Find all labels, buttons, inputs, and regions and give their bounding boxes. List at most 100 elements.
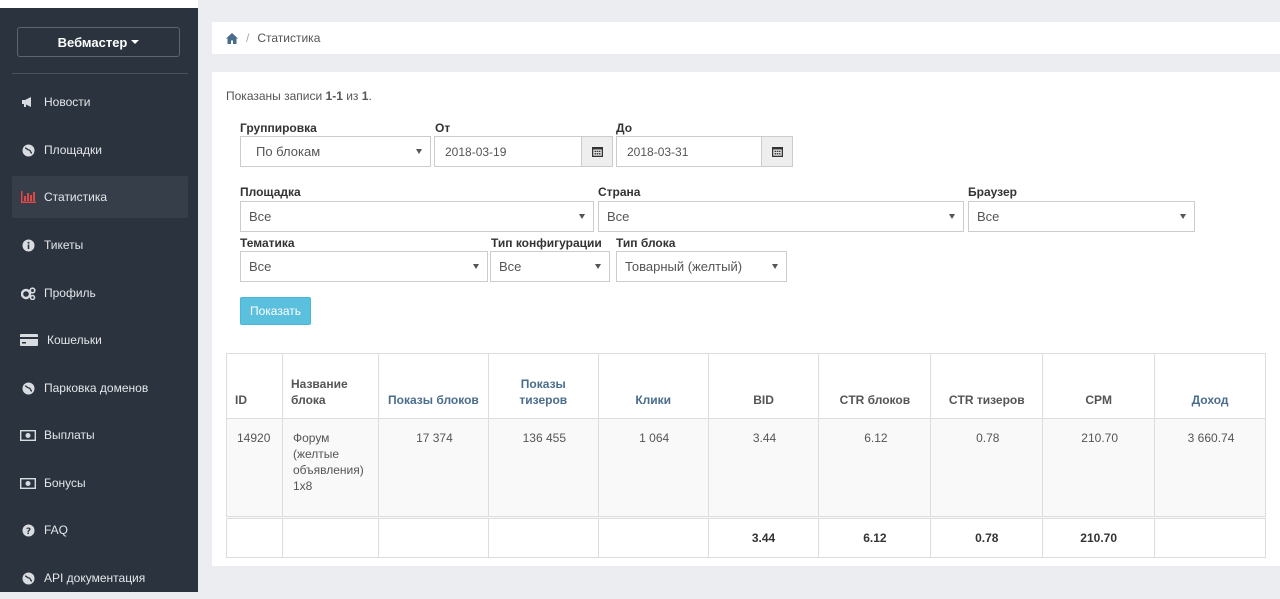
sidebar-item-wallets[interactable]: Кошельки [12,319,188,361]
block-type-select[interactable]: Товарный (желтый) [616,251,787,282]
globe-icon [20,382,36,395]
total-cell: 3.44 [707,516,820,558]
sidebar-divider [12,73,188,74]
sidebar-item-label: Площадки [44,143,102,157]
table-cell: 17 374 [377,418,489,518]
sidebar-item-news[interactable]: Новости [12,81,188,123]
total-cell [377,516,489,558]
browser-select[interactable]: Все [968,201,1195,232]
column-header-clicks[interactable]: Клики [597,353,709,419]
home-icon[interactable] [226,32,238,44]
sidebar-item-label: Бонусы [44,476,86,490]
globe-icon [20,572,36,585]
chevron-down-icon [595,264,601,269]
total-cell: 0.78 [930,516,1044,558]
table-cell: 6.12 [818,418,932,518]
browser-label: Браузер [968,185,1017,199]
sidebar-item-api-docs[interactable]: API документация [12,557,188,599]
breadcrumb-current: Статистика [257,31,321,45]
config-type-select[interactable]: Все [490,251,610,282]
calendar-icon[interactable] [761,136,793,167]
show-button[interactable]: Показать [240,297,311,325]
column-header-id: ID [226,353,283,419]
total-cell [226,516,283,558]
chevron-down-icon [772,264,778,269]
table-cell: 0.78 [930,418,1044,518]
column-header-block-impressions[interactable]: Показы блоков [377,353,489,419]
config-type-label: Тип конфигурации [491,236,602,250]
breadcrumb-separator: / [246,31,250,45]
chevron-down-icon [949,214,955,219]
total-cell [487,516,599,558]
table-cell: 14920 [226,418,283,518]
table-cell: 3 660.74 [1154,418,1266,518]
money-icon [20,429,36,441]
sidebar-item-label: Профиль [44,286,96,300]
sidebar-item-label: Тикеты [44,238,84,252]
sidebar-item-label: Выплаты [44,428,95,442]
bar-chart-icon [20,191,36,203]
country-label: Страна [598,185,641,199]
sidebar-item-label: Статистика [44,190,108,204]
question-circle-icon: ? [20,524,36,537]
column-header-teaser-impressions[interactable]: Показы тизеров [487,353,599,419]
chevron-down-icon [579,214,585,219]
country-select[interactable]: Все [598,201,964,232]
totals-row: 3.44 6.12 0.78 210.70 [226,516,1266,558]
total-cell: 210.70 [1042,516,1156,558]
sidebar-item-label: API документация [44,571,146,585]
caret-down-icon [131,40,140,44]
total-cell [281,516,379,558]
column-header-bid: BID [707,353,820,419]
sidebar-item-domain-parking[interactable]: Парковка доменов [12,367,188,409]
topic-label: Тематика [240,236,295,250]
column-header-ctr-blocks: CTR блоков [818,353,932,419]
site-select[interactable]: Все [240,201,594,232]
site-label: Площадка [240,185,301,199]
globe-icon [20,144,36,157]
column-header-cpm: CPM [1042,353,1156,419]
column-header-ctr-teasers: CTR тизеров [930,353,1044,419]
date-from-label: От [435,121,451,135]
role-label: Вебмастер [57,34,128,50]
breadcrumb: / Статистика [212,22,1280,54]
grouping-select[interactable]: По блокам [240,136,431,167]
column-header-revenue[interactable]: Доход [1154,353,1266,419]
table-row: 14920 Форум (желтые объявления) 1x8 17 3… [226,418,1266,518]
table-cell: 3.44 [707,418,820,518]
bullhorn-icon [20,96,36,108]
sidebar-item-faq[interactable]: ? FAQ [12,509,188,551]
block-type-label: Тип блока [616,236,676,250]
info-circle-icon [20,239,36,252]
topic-select[interactable]: Все [240,251,488,282]
money-icon [20,477,36,489]
sidebar-item-profile[interactable]: Профиль [12,272,188,314]
sidebar-item-label: FAQ [44,523,69,537]
total-cell [597,516,709,558]
sidebar-item-label: Кошельки [47,333,102,347]
total-cell: 6.12 [818,516,932,558]
sidebar-item-tickets[interactable]: Тикеты [12,224,188,266]
chevron-down-icon [473,264,479,269]
date-to-input[interactable]: 2018-03-31 [616,136,764,167]
records-summary: Показаны записи 1-1 из 1. [226,89,372,103]
svg-text:?: ? [25,527,30,537]
grouping-label: Группировка [240,121,317,135]
table-cell: 210.70 [1042,418,1156,518]
statistics-panel: Показаны записи 1-1 из 1. Группировка По… [212,72,1280,566]
role-dropdown-button[interactable]: Вебмастер [17,27,180,57]
sidebar-item-payouts[interactable]: Выплаты [12,414,188,456]
sidebar-item-bonuses[interactable]: Бонусы [12,462,188,504]
table-cell: 1 064 [597,418,709,518]
sidebar-item-label: Парковка доменов [44,381,149,395]
sidebar-item-label: Новости [44,95,91,109]
table-cell: Форум (желтые объявления) 1x8 [281,418,379,518]
calendar-icon[interactable] [581,136,613,167]
gears-icon [20,286,36,300]
date-to-label: До [616,121,633,135]
sidebar-item-sites[interactable]: Площадки [12,129,188,171]
sidebar: Вебмастер Новости Площадки Статистика Ти… [0,0,198,592]
date-from-input[interactable]: 2018-03-19 [434,136,582,167]
sidebar-item-statistics[interactable]: Статистика [12,176,188,218]
chevron-down-icon [1180,214,1186,219]
